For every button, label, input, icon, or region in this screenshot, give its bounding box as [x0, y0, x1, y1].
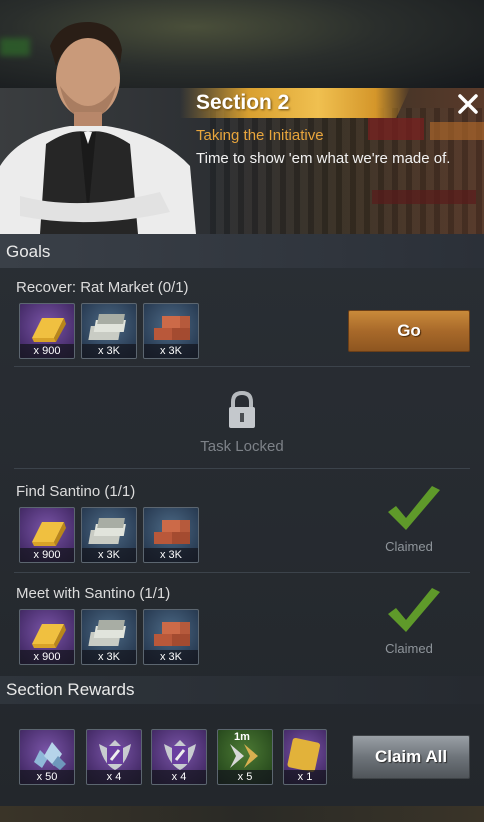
checkmark-icon: [388, 588, 440, 632]
reward-qty: x 50: [20, 770, 74, 784]
go-button[interactable]: Go: [348, 310, 470, 352]
cash-stack-icon: [88, 314, 126, 340]
reward-gold-bar[interactable]: x 900: [19, 507, 75, 563]
reward-qty: x 3K: [144, 650, 198, 664]
lock-icon: [229, 390, 255, 428]
reward-qty: x 4: [152, 770, 206, 784]
reward-diamonds[interactable]: x 50: [19, 729, 75, 785]
reward-qty: x 3K: [82, 650, 136, 664]
reward-qty: x 5: [218, 770, 272, 784]
goal-divider: [14, 468, 470, 469]
reward-speedup[interactable]: 1m x 5: [217, 729, 273, 785]
reward-qty: x 3K: [82, 344, 136, 358]
reward-bricks[interactable]: x 3K: [143, 609, 199, 665]
reward-wrench-badge[interactable]: x 4: [151, 729, 207, 785]
reward-cash[interactable]: x 3K: [81, 609, 137, 665]
neon-sign: [430, 122, 484, 140]
reward-qty: x 3K: [82, 548, 136, 562]
cash-stack-icon: [88, 620, 126, 646]
section-description: Time to show 'em what we're made of.: [196, 150, 451, 167]
reward-qty: x 1: [284, 770, 326, 784]
claim-all-button[interactable]: Claim All: [352, 735, 470, 779]
close-icon: [458, 94, 478, 114]
bricks-icon: [154, 520, 190, 544]
neon-sign: [368, 118, 424, 140]
character-portrait: [0, 21, 196, 234]
section-rewards-label: Section Rewards: [6, 680, 135, 699]
gold-bar-icon: [32, 522, 66, 546]
reward-bricks[interactable]: x 3K: [143, 303, 199, 359]
gold-bar-icon: [32, 624, 66, 648]
goal-title: Recover: Rat Market (0/1): [16, 279, 189, 296]
task-locked-label: Task Locked: [200, 438, 284, 455]
reward-cash[interactable]: x 3K: [81, 303, 137, 359]
section-rewards-heading: Section Rewards: [0, 676, 484, 704]
wrench-badge-icon: [99, 740, 131, 770]
goal-title: Find Santino (1/1): [16, 483, 136, 500]
goals-heading: Goals: [0, 234, 484, 268]
reward-qty: x 900: [20, 548, 74, 562]
wrench-badge-icon: [164, 740, 196, 770]
reward-qty: x 3K: [144, 548, 198, 562]
reward-wrench-badge[interactable]: x 4: [86, 729, 142, 785]
bricks-icon: [154, 316, 190, 340]
claimed-label: Claimed: [385, 641, 433, 656]
neon-sign: [372, 190, 476, 204]
reward-qty: x 900: [20, 650, 74, 664]
cash-stack-icon: [88, 518, 126, 544]
section-title: Section 2: [196, 91, 290, 114]
reward-gold-card[interactable]: x 1: [283, 729, 327, 785]
reward-qty: x 900: [20, 344, 74, 358]
reward-cash[interactable]: x 3K: [81, 507, 137, 563]
checkmark-icon: [388, 486, 440, 530]
claimed-label: Claimed: [385, 539, 433, 554]
section-subtitle: Taking the Initiative: [196, 127, 324, 144]
close-button[interactable]: [452, 88, 484, 120]
goals-heading-label: Goals: [6, 242, 51, 261]
speedup-badge: 1m: [234, 731, 250, 743]
gold-bar-icon: [32, 318, 66, 342]
reward-qty: x 4: [87, 770, 141, 784]
goal-title: Meet with Santino (1/1): [16, 585, 171, 602]
gold-card-icon: [287, 737, 321, 773]
diamond-pile-icon: [34, 742, 66, 770]
bottom-edge: [0, 806, 484, 822]
reward-bricks[interactable]: x 3K: [143, 507, 199, 563]
reward-gold-bar[interactable]: x 900: [19, 303, 75, 359]
bricks-icon: [154, 622, 190, 646]
reward-qty: x 3K: [144, 344, 198, 358]
goal-divider: [14, 572, 470, 573]
reward-gold-bar[interactable]: x 900: [19, 609, 75, 665]
goal-divider: [14, 366, 470, 367]
